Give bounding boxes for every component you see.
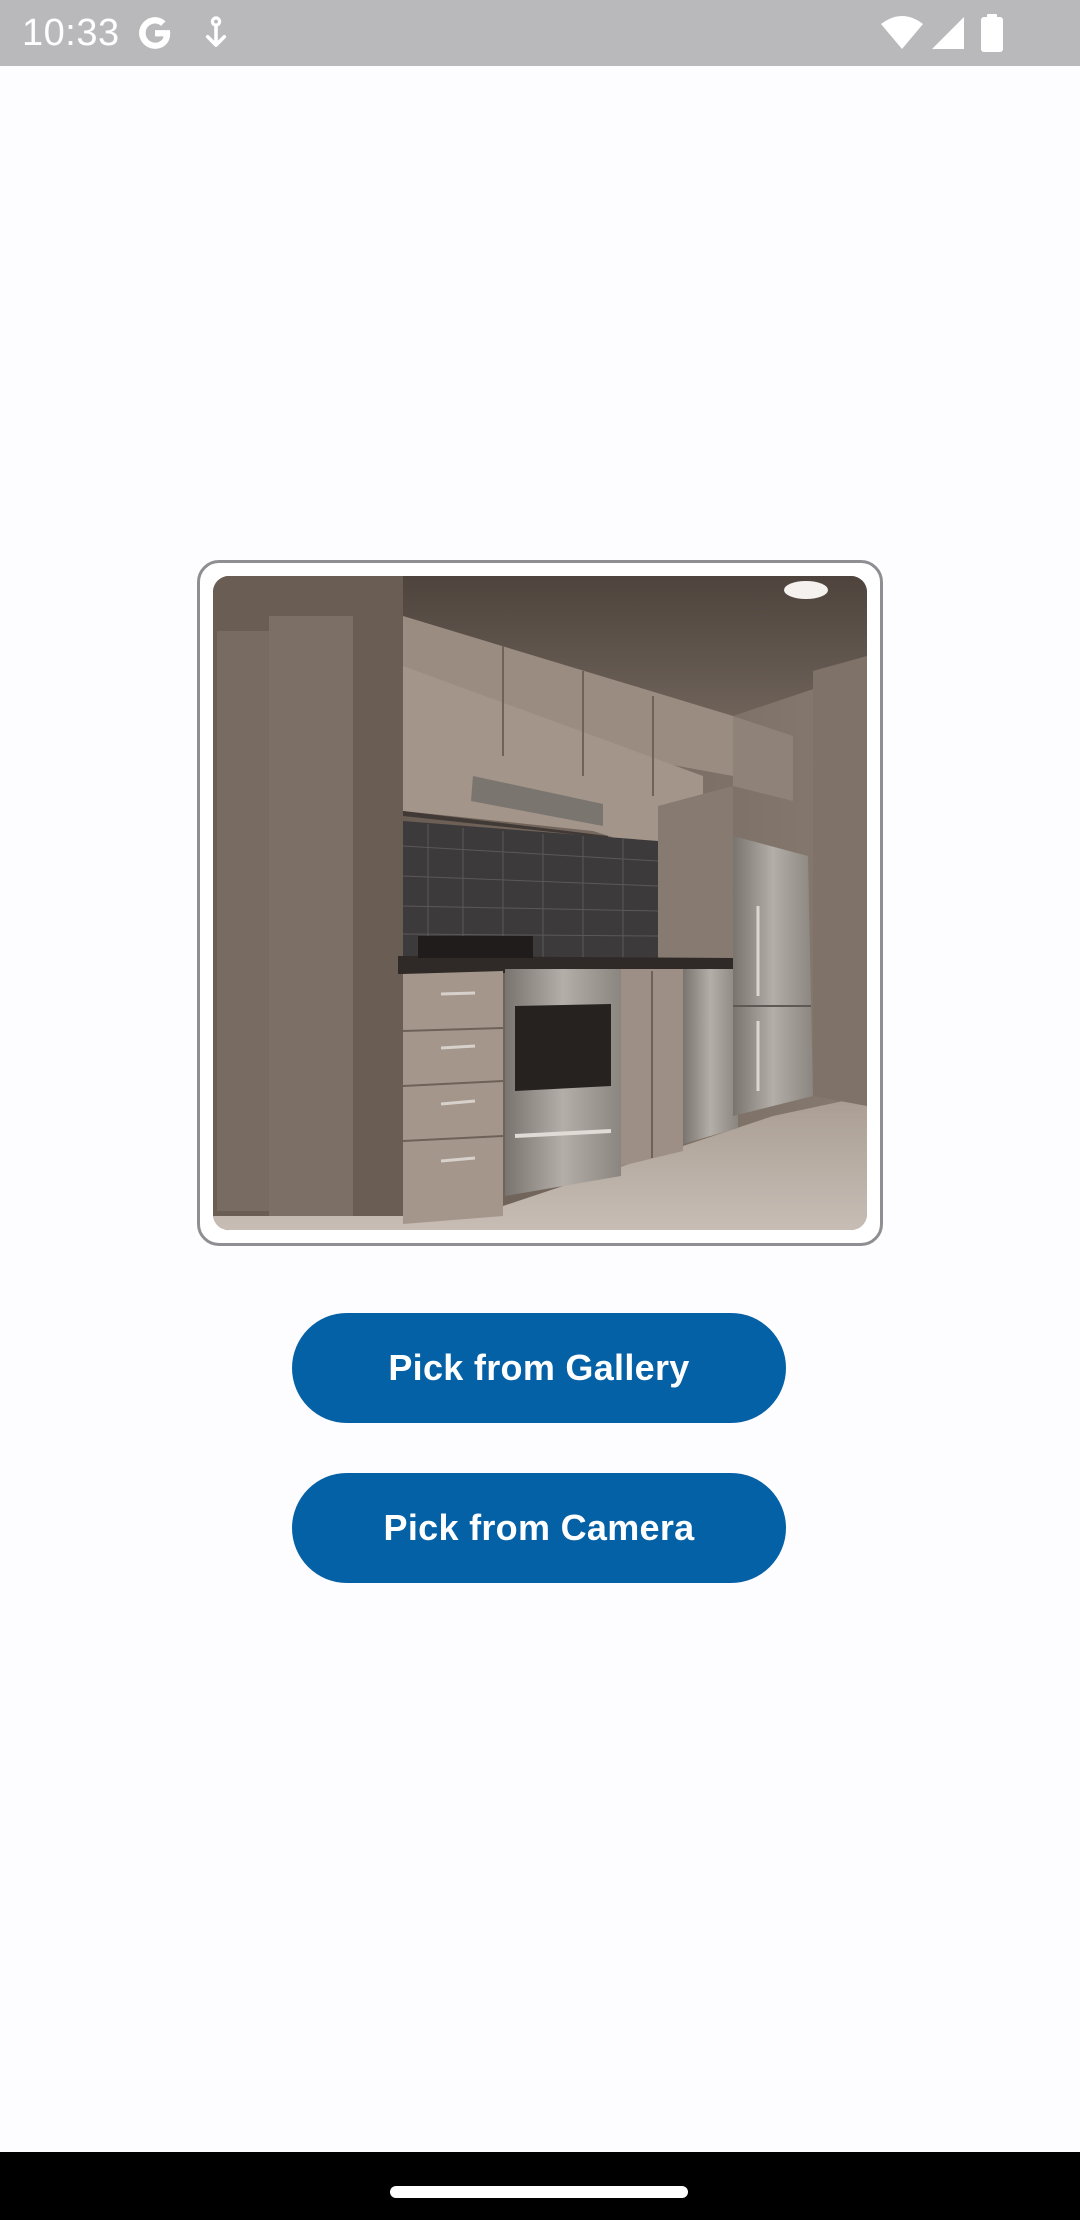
pick-from-camera-button[interactable]: Pick from Camera bbox=[292, 1473, 786, 1583]
wifi-icon bbox=[881, 16, 923, 49]
pick-from-gallery-button[interactable]: Pick from Gallery bbox=[292, 1313, 786, 1423]
battery-icon bbox=[981, 14, 1003, 52]
download-icon bbox=[205, 16, 227, 47]
cellular-signal-icon bbox=[932, 17, 964, 49]
kitchen-photo bbox=[213, 576, 867, 1230]
status-bar: 10:33 bbox=[0, 0, 1080, 66]
status-time: 10:33 bbox=[22, 12, 120, 54]
navigation-bar bbox=[0, 2152, 1080, 2220]
image-preview-frame bbox=[197, 560, 883, 1246]
home-gesture-handle[interactable] bbox=[390, 2186, 688, 2198]
google-g-icon bbox=[139, 17, 171, 49]
